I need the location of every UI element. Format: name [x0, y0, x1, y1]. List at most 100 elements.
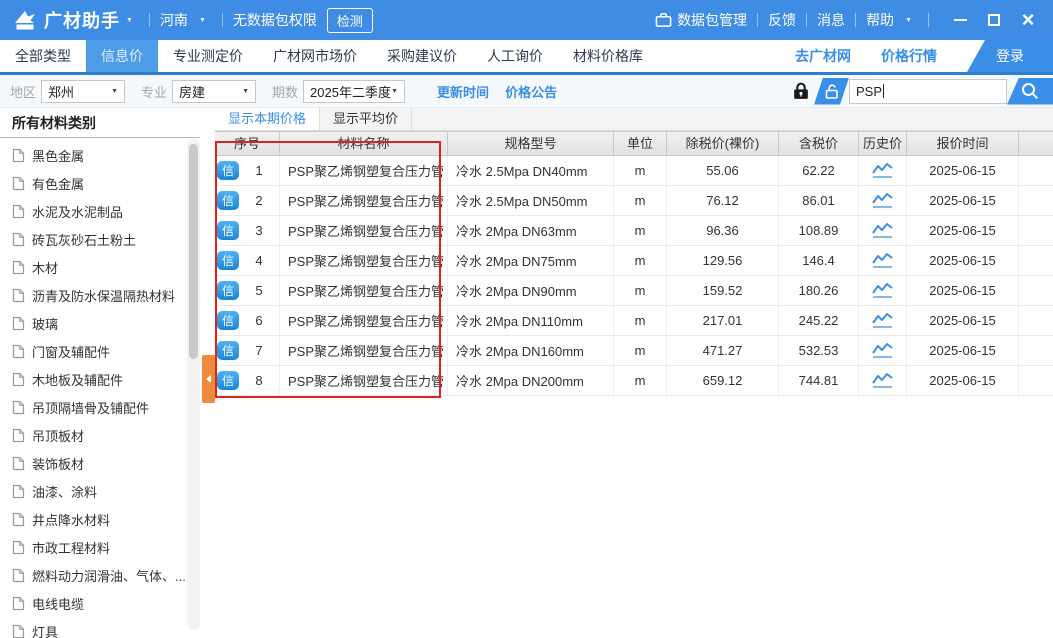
document-icon: [12, 148, 25, 163]
table-row[interactable]: 信6PSP聚乙烯钢塑复合压力管冷水 2Mpa DN110mmm217.01245…: [215, 306, 1053, 336]
messages-link[interactable]: 消息: [817, 10, 845, 30]
sidebar-item[interactable]: 木材: [0, 253, 215, 281]
sidebar-item[interactable]: 玻璃: [0, 309, 215, 337]
sidebar-item[interactable]: 电线电缆: [0, 589, 215, 617]
info-badge[interactable]: 信: [217, 311, 239, 330]
goto-guangcai-link[interactable]: 去广材网: [795, 40, 851, 72]
history-price-button[interactable]: [871, 372, 895, 389]
maximize-icon: [988, 14, 1000, 26]
search-button[interactable]: [1007, 78, 1053, 105]
history-price-button[interactable]: [871, 312, 895, 329]
major-select[interactable]: 房建▼: [172, 80, 256, 103]
table-row[interactable]: 信5PSP聚乙烯钢塑复合压力管冷水 2Mpa DN90mmm159.52180.…: [215, 276, 1053, 306]
nav-tab[interactable]: 信息价: [86, 40, 158, 72]
info-badge[interactable]: 信: [217, 221, 239, 240]
sidebar-item[interactable]: 门窗及辅配件: [0, 337, 215, 365]
price-notice-link[interactable]: 价格公告: [505, 82, 557, 101]
chevron-down-icon: ▼: [391, 88, 398, 95]
nav-tab[interactable]: 采购建议价: [372, 40, 472, 72]
cell-index: 信2: [215, 186, 280, 215]
help-menu[interactable]: 帮助 ▼: [866, 10, 918, 30]
close-button[interactable]: ×: [1015, 7, 1041, 33]
history-price-button[interactable]: [871, 342, 895, 359]
table-header-row: 序号材料名称规格型号单位除税价(裸价)含税价历史价报价时间: [215, 131, 1053, 156]
chevron-down-icon[interactable]: ▼: [126, 17, 133, 24]
sidebar-item[interactable]: 市政工程材料: [0, 533, 215, 561]
view-tab[interactable]: 显示平均价: [320, 108, 412, 130]
info-badge[interactable]: 信: [217, 371, 239, 390]
nav-tab[interactable]: 专业测定价: [158, 40, 258, 72]
row-number: 3: [239, 223, 279, 238]
view-tab[interactable]: 显示本期价格: [215, 108, 320, 130]
nav-tab[interactable]: 全部类型: [0, 40, 86, 72]
sidebar-item[interactable]: 沥青及防水保温隔热材料: [0, 281, 215, 309]
login-button[interactable]: 登录: [967, 40, 1053, 72]
sidebar-item[interactable]: 装饰板材: [0, 449, 215, 477]
check-button[interactable]: 检测: [327, 8, 373, 33]
cell-spec: 冷水 2Mpa DN160mm: [448, 336, 614, 365]
nav-tab[interactable]: 广材网市场价: [258, 40, 372, 72]
history-price-button[interactable]: [871, 252, 895, 269]
sidebar-item[interactable]: 吊顶隔墙骨及铺配件: [0, 393, 215, 421]
history-price-button[interactable]: [871, 222, 895, 239]
table-row[interactable]: 信2PSP聚乙烯钢塑复合压力管冷水 2.5Mpa DN50mmm76.1286.…: [215, 186, 1053, 216]
info-badge[interactable]: 信: [217, 341, 239, 360]
sidebar-item[interactable]: 灯具: [0, 617, 215, 638]
nav-tab[interactable]: 人工询价: [472, 40, 558, 72]
sidebar-item[interactable]: 井点降水材料: [0, 505, 215, 533]
price-trend-link[interactable]: 价格行情: [881, 40, 937, 72]
sidebar-item[interactable]: 油漆、涂料: [0, 477, 215, 505]
minimize-button[interactable]: [947, 7, 973, 33]
sidebar-item[interactable]: 木地板及辅配件: [0, 365, 215, 393]
cell-spec: 冷水 2Mpa DN200mm: [448, 366, 614, 395]
sidebar-item[interactable]: 水泥及水泥制品: [0, 197, 215, 225]
table-row[interactable]: 信1PSP聚乙烯钢塑复合压力管冷水 2.5Mpa DN40mmm55.0662.…: [215, 156, 1053, 186]
cell-price-inc-tax: 744.81: [779, 366, 859, 395]
datapack-manage-button[interactable]: 数据包管理: [655, 10, 747, 30]
update-time-link[interactable]: 更新时间: [437, 82, 489, 101]
line-chart-icon: [871, 372, 895, 389]
search-input[interactable]: PSP: [849, 79, 1007, 104]
region-select[interactable]: 郑州▼: [41, 80, 125, 103]
sidebar-item-label: 木地板及辅配件: [32, 370, 123, 389]
sidebar-scrollbar[interactable]: [187, 139, 200, 630]
history-price-button[interactable]: [871, 282, 895, 299]
info-badge[interactable]: 信: [217, 251, 239, 270]
chevron-down-icon: ▼: [199, 17, 206, 24]
line-chart-icon: [871, 222, 895, 239]
sidebar-item[interactable]: 有色金属: [0, 169, 215, 197]
cell-index: 信7: [215, 336, 280, 365]
sidebar-item[interactable]: 吊顶板材: [0, 421, 215, 449]
sidebar-header: 所有材料类别: [0, 108, 200, 138]
unlock-toggle-button[interactable]: [814, 78, 849, 105]
table-row[interactable]: 信8PSP聚乙烯钢塑复合压力管冷水 2Mpa DN200mmm659.12744…: [215, 366, 1053, 396]
region-selector[interactable]: 河南 ▼: [160, 10, 212, 30]
nav-tabs: 全部类型信息价专业测定价广材网市场价采购建议价人工询价材料价格库: [0, 40, 658, 72]
info-badge[interactable]: 信: [217, 191, 239, 210]
cell-history: [859, 216, 907, 245]
info-badge[interactable]: 信: [217, 281, 239, 300]
history-price-button[interactable]: [871, 162, 895, 179]
maximize-button[interactable]: [981, 7, 1007, 33]
sidebar-item-label: 沥青及防水保温隔热材料: [32, 286, 175, 305]
feedback-link[interactable]: 反馈: [768, 10, 796, 30]
nav-tab[interactable]: 材料价格库: [558, 40, 658, 72]
cell-index: 信8: [215, 366, 280, 395]
sidebar-item[interactable]: 燃料动力润滑油、气体、...: [0, 561, 215, 589]
history-price-button[interactable]: [871, 192, 895, 209]
sidebar-scrollbar-thumb[interactable]: [189, 144, 198, 359]
table-row[interactable]: 信4PSP聚乙烯钢塑复合压力管冷水 2Mpa DN75mmm129.56146.…: [215, 246, 1053, 276]
table-row[interactable]: 信7PSP聚乙烯钢塑复合压力管冷水 2Mpa DN160mmm471.27532…: [215, 336, 1053, 366]
table-body: 信1PSP聚乙烯钢塑复合压力管冷水 2.5Mpa DN40mmm55.0662.…: [215, 156, 1053, 396]
cell-spec: 冷水 2.5Mpa DN50mm: [448, 186, 614, 215]
sidebar-item[interactable]: 砖瓦灰砂石土粉土: [0, 225, 215, 253]
lock-toggle-button[interactable]: [792, 81, 810, 101]
cell-index: 信4: [215, 246, 280, 275]
sidebar-item[interactable]: 黑色金属: [0, 141, 215, 169]
period-select[interactable]: 2025年二季度▼: [303, 80, 405, 103]
cell-empty: [1019, 306, 1053, 335]
sidebar-collapse-handle[interactable]: [202, 355, 215, 403]
cell-quote-date: 2025-06-15: [907, 336, 1019, 365]
table-row[interactable]: 信3PSP聚乙烯钢塑复合压力管冷水 2Mpa DN63mmm96.36108.8…: [215, 216, 1053, 246]
info-badge[interactable]: 信: [217, 161, 239, 180]
